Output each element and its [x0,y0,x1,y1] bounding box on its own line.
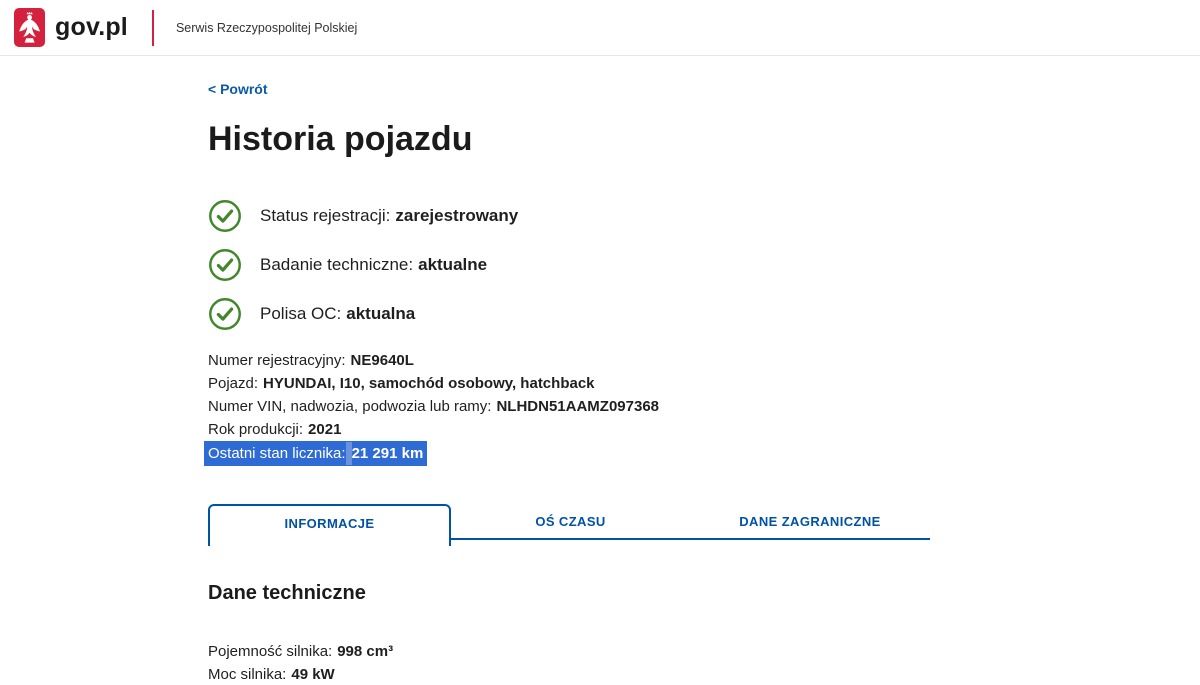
detail-label: Numer rejestracyjny: [208,352,346,369]
detail-label: Ostatni stan licznika: [208,442,346,465]
tab-label: INFORMACJE [285,516,375,531]
status-insurance: Polisa OC: aktualna [208,297,1000,331]
tech-value: 49 kW [291,666,334,683]
status-value: aktualne [418,255,487,274]
tab-os-czasu[interactable]: OŚ CZASU [451,504,690,540]
header-divider [152,10,154,46]
status-text: Status rejestracji: zarejestrowany [260,206,518,226]
detail-odometer: Ostatni stan licznika: 21 291 km [208,441,1000,466]
tab-bar: INFORMACJE OŚ CZASU DANE ZAGRANICZNE [208,504,930,550]
tab-label: OŚ CZASU [535,514,605,529]
tech-engine-power: Moc silnika: 49 kW [208,663,1000,685]
detail-label: Rok produkcji: [208,421,303,438]
detail-value: HYUNDAI, I10, samochód osobowy, hatchbac… [263,375,594,392]
brand-text[interactable]: gov.pl [55,13,128,42]
tech-label: Moc silnika: [208,666,286,683]
polish-eagle-icon [14,8,45,47]
technical-details: Pojemność silnika: 998 cm³ Moc silnika: 49… [208,640,1000,685]
check-circle-icon [208,199,242,233]
detail-vehicle: Pojazd: HYUNDAI, I10, samochód osobowy, h… [208,372,1000,395]
detail-value: 21 291 km [352,442,424,465]
status-inspection: Badanie techniczne: aktualne [208,248,1000,282]
tab-dane-zagraniczne[interactable]: DANE ZAGRANICZNE [690,504,930,540]
status-text: Polisa OC: aktualna [260,304,415,324]
status-value: zarejestrowany [395,206,518,225]
detail-value: NE9640L [351,352,414,369]
status-label: Badanie techniczne: [260,255,413,274]
detail-registration-number: Numer rejestracyjny: NE9640L [208,349,1000,372]
detail-vin: Numer VIN, nadwozia, podwozia lub ramy: N… [208,395,1000,418]
site-header: gov.pl Serwis Rzeczypospolitej Polskiej [0,0,1200,56]
status-label: Polisa OC: [260,304,341,323]
main-content: < Powrót Historia pojazdu Status rejestr… [0,56,1000,685]
tab-label: DANE ZAGRANICZNE [739,514,880,529]
selected-text-highlight: Ostatni stan licznika: 21 291 km [204,441,427,466]
detail-label: Pojazd: [208,375,258,392]
status-text: Badanie techniczne: aktualne [260,255,487,275]
check-circle-icon [208,297,242,331]
status-label: Status rejestracji: [260,206,390,225]
tech-label: Pojemność silnika: [208,643,332,660]
back-link[interactable]: < Powrót [208,81,268,97]
detail-production-year: Rok produkcji: 2021 [208,418,1000,441]
tech-value: 998 cm³ [337,643,393,660]
status-list: Status rejestracji: zarejestrowany Badani… [208,199,1000,331]
tab-underline [451,538,930,540]
tech-engine-capacity: Pojemność silnika: 998 cm³ [208,640,1000,663]
check-circle-icon [208,248,242,282]
detail-label: Numer VIN, nadwozia, podwozia lub ramy: [208,398,491,415]
govpl-logo[interactable]: gov.pl [14,8,128,47]
detail-value: 2021 [308,421,341,438]
page-title: Historia pojazdu [208,120,1000,159]
status-registration: Status rejestracji: zarejestrowany [208,199,1000,233]
section-heading-technical: Dane techniczne [208,582,1000,605]
vehicle-details: Numer rejestracyjny: NE9640L Pojazd: HYUND… [208,349,1000,466]
tab-informacje[interactable]: INFORMACJE [208,504,451,546]
detail-value: NLHDN51AAMZ097368 [496,398,659,415]
status-value: aktualna [346,304,415,323]
service-name: Serwis Rzeczypospolitej Polskiej [176,21,357,35]
